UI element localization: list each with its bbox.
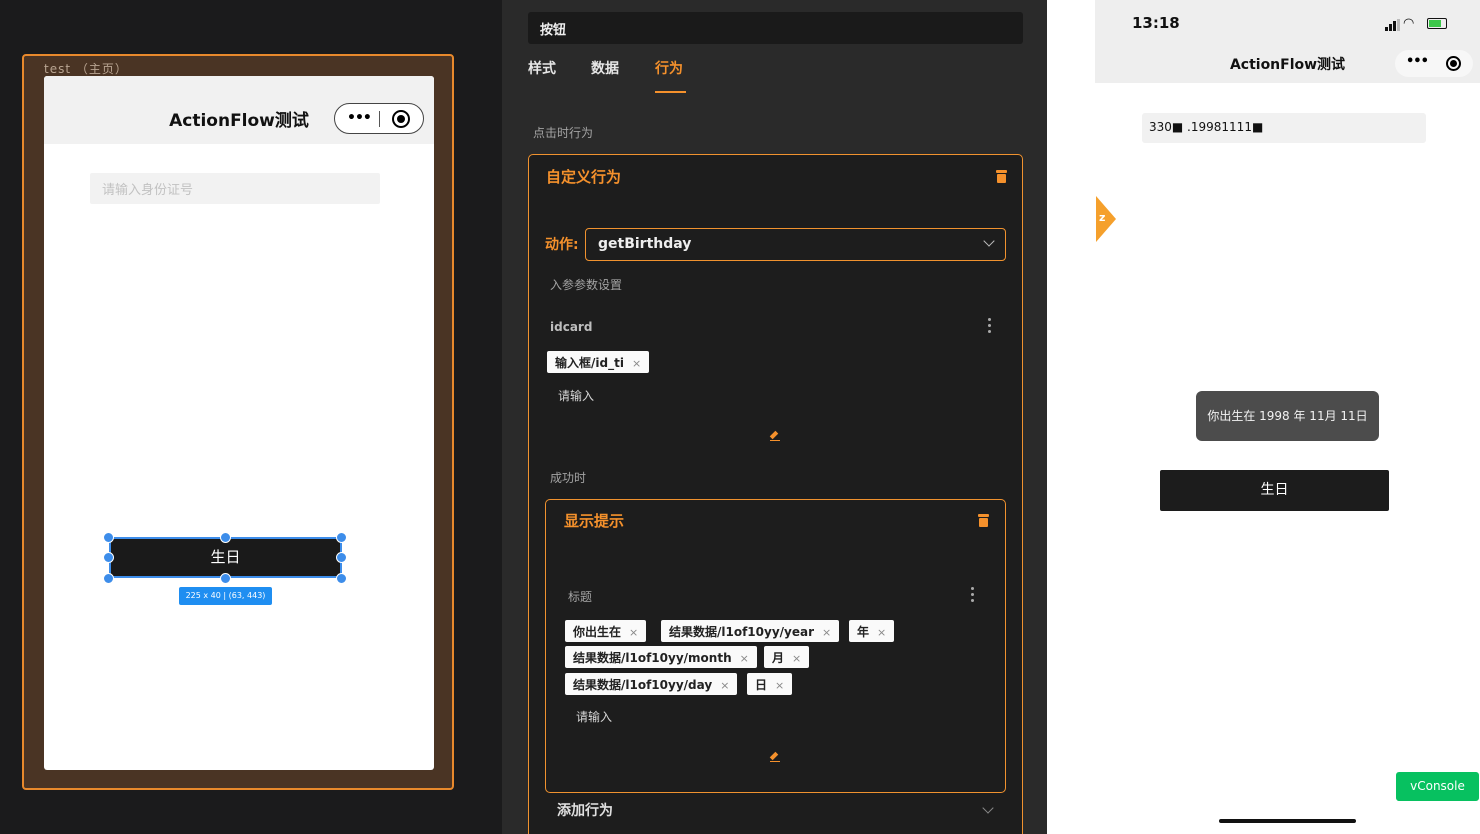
- vconsole-button[interactable]: vConsole: [1396, 772, 1479, 801]
- preview-idcard-input[interactable]: 330■ .19981111■: [1142, 113, 1426, 143]
- resize-handle-bl[interactable]: [103, 573, 114, 584]
- on-success-label: 成功时: [550, 471, 587, 485]
- remove-chip-icon[interactable]: ×: [775, 679, 784, 692]
- resize-handle-ml[interactable]: [103, 552, 114, 563]
- signal-icon: [1393, 21, 1396, 31]
- show-toast-title: 显示提示: [564, 512, 625, 530]
- chevron-down-icon: [983, 235, 995, 247]
- param-chip-label: 输入框/id_ti: [555, 356, 624, 370]
- toast-chip[interactable]: 你出生在 ×: [565, 620, 647, 642]
- more-icon[interactable]: •••: [1406, 54, 1429, 69]
- toast-field-more-icon[interactable]: [971, 587, 974, 605]
- toast-chip-label: 年: [857, 625, 870, 639]
- remove-chip-icon[interactable]: ×: [822, 626, 831, 639]
- action-label: 动作:: [545, 237, 579, 253]
- toast-chip[interactable]: 结果数据/l1of10yy/day ×: [565, 673, 738, 695]
- toast-chip[interactable]: 日 ×: [747, 673, 793, 695]
- delete-show-toast-icon[interactable]: [978, 514, 989, 527]
- remove-chip-icon[interactable]: ×: [877, 626, 886, 639]
- selected-birthday-button[interactable]: 生日: [109, 537, 342, 578]
- side-drawer-tab[interactable]: z: [1096, 196, 1116, 242]
- page-frame[interactable]: test （主页） ActionFlow测试 ••• 请输入身份证号 生日 22…: [22, 54, 454, 790]
- toast-chip-label: 结果数据/l1of10yy/month: [573, 651, 732, 665]
- status-icons: ◠: [1385, 17, 1455, 31]
- tab-style[interactable]: 样式: [528, 58, 556, 78]
- remove-chip-icon[interactable]: ×: [792, 652, 801, 665]
- component-name-bar: 按钮: [528, 12, 1023, 44]
- birthday-button[interactable]: 生日: [1160, 470, 1389, 511]
- param-input-placeholder[interactable]: 请输入: [558, 387, 594, 404]
- resize-handle-tr[interactable]: [336, 532, 347, 543]
- action-select-value: getBirthday: [598, 236, 692, 252]
- signal-icon: [1397, 19, 1400, 31]
- toast-chip-label: 日: [755, 678, 768, 692]
- toast-chip[interactable]: 年 ×: [849, 620, 895, 642]
- signal-icon: [1385, 27, 1388, 31]
- side-tab-letter: z: [1099, 211, 1106, 224]
- toast-chip-label: 结果数据/l1of10yy/day: [573, 678, 713, 692]
- toast-input-placeholder[interactable]: 请输入: [576, 708, 612, 725]
- toast-chip-label: 月: [772, 651, 785, 665]
- remove-chip-icon[interactable]: ×: [629, 626, 638, 639]
- delete-custom-action-icon[interactable]: [996, 170, 1007, 183]
- tab-behavior[interactable]: 行为: [655, 58, 683, 78]
- resize-handle-tm[interactable]: [220, 532, 231, 543]
- page-label: test （主页）: [44, 62, 128, 76]
- edit-pencil-icon[interactable]: [769, 751, 780, 762]
- resize-handle-tl[interactable]: [103, 532, 114, 543]
- toast-chip-label: 你出生在: [573, 625, 622, 639]
- signal-icon: [1389, 24, 1392, 31]
- on-click-label: 点击时行为: [533, 126, 594, 140]
- phone-mockup: ActionFlow测试 ••• 请输入身份证号 生日 225 x 40 | (…: [44, 76, 434, 770]
- tab-data[interactable]: 数据: [591, 58, 619, 78]
- battery-icon: [1427, 18, 1447, 29]
- editor-canvas: test （主页） ActionFlow测试 ••• 请输入身份证号 生日 22…: [0, 0, 502, 834]
- resize-handle-br[interactable]: [336, 573, 347, 584]
- toast-field-label: 标题: [568, 590, 593, 604]
- add-action-button[interactable]: 添加行为: [557, 800, 613, 820]
- param-name: idcard: [550, 320, 593, 334]
- remove-chip-icon[interactable]: ×: [632, 357, 641, 370]
- resize-handle-bm[interactable]: [220, 573, 231, 584]
- wifi-icon: ◠: [1403, 16, 1415, 31]
- remove-chip-icon[interactable]: ×: [740, 652, 749, 665]
- toast-message: 你出生在 1998 年 11月 11日: [1196, 391, 1379, 441]
- home-indicator: [1219, 819, 1356, 823]
- params-label: 入参参数设置: [550, 278, 623, 292]
- resize-handle-mr[interactable]: [336, 552, 347, 563]
- custom-action-title: 自定义行为: [546, 168, 622, 186]
- more-icon[interactable]: •••: [347, 110, 372, 126]
- size-position-tag: 225 x 40 | (63, 443): [179, 587, 272, 605]
- preview-capsule[interactable]: •••: [1395, 50, 1473, 77]
- action-select[interactable]: getBirthday: [585, 228, 1006, 261]
- param-chip[interactable]: 输入框/id_ti ×: [547, 351, 650, 373]
- remove-chip-icon[interactable]: ×: [720, 679, 729, 692]
- close-target-icon[interactable]: [392, 110, 410, 128]
- edit-pencil-icon[interactable]: [769, 430, 780, 441]
- idcard-input[interactable]: 请输入身份证号: [90, 173, 380, 204]
- toast-chip-label: 结果数据/l1of10yy/year: [669, 625, 815, 639]
- toast-chip[interactable]: 结果数据/l1of10yy/month ×: [565, 646, 757, 668]
- device-preview: 13:18 ◠ ActionFlow测试 ••• 330■ .19981111■…: [1047, 0, 1480, 834]
- capsule-divider: [379, 111, 380, 127]
- preview-navbar: 13:18 ◠ ActionFlow测试 •••: [1095, 0, 1480, 83]
- property-panel: 按钮 样式 数据 行为 点击时行为 自定义行为 动作: getBirthday …: [502, 0, 1047, 834]
- status-time: 13:18: [1132, 14, 1180, 32]
- close-target-icon[interactable]: [1446, 56, 1461, 71]
- phone-navbar: ActionFlow测试 •••: [44, 76, 434, 144]
- miniprogram-capsule[interactable]: •••: [334, 103, 424, 134]
- toast-chip[interactable]: 结果数据/l1of10yy/year ×: [661, 620, 840, 642]
- toast-chip[interactable]: 月 ×: [764, 646, 810, 668]
- active-tab-indicator: [655, 91, 686, 93]
- param-more-icon[interactable]: [988, 318, 991, 336]
